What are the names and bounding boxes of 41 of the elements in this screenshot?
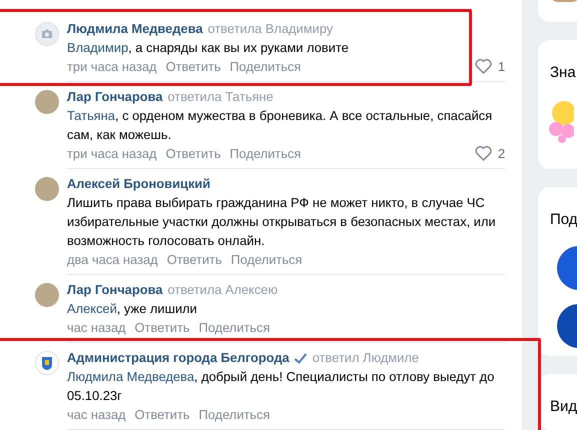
reply-to-text: ответил Людмиле bbox=[312, 349, 419, 367]
avatar-photo[interactable] bbox=[35, 283, 59, 307]
author-link[interactable]: Лар Гончарова bbox=[67, 281, 163, 299]
comment-time: час назад bbox=[67, 319, 126, 337]
reply-link[interactable]: Ответить bbox=[166, 57, 221, 76]
heart-icon[interactable] bbox=[474, 59, 492, 74]
author-link[interactable]: Администрация города Белгорода bbox=[67, 349, 290, 367]
reply-link[interactable]: Ответить bbox=[134, 318, 190, 337]
reply-to-text: ответила Татьяне bbox=[168, 88, 274, 106]
author-link[interactable]: Людмила Медведева bbox=[67, 20, 203, 38]
share-link[interactable]: Поделиться bbox=[230, 57, 301, 76]
card-title: Вид bbox=[550, 398, 577, 415]
comment-text: Татьяна, с орденом мужества в броневика. А все остальные, спасайся сам, как можешь. bbox=[67, 107, 494, 144]
card-title: Зна bbox=[550, 64, 577, 82]
author-link[interactable]: Алексей Броновицкий bbox=[67, 175, 210, 193]
share-link[interactable]: Поделиться bbox=[198, 318, 270, 337]
comment-text: Лишить права выбирать гражданина РФ не может никто, в случае ЧС избирательные участки должны открываться в безопасных местах, или возможность голосовать онлайн. bbox=[67, 194, 497, 250]
reply-link[interactable]: Ответить bbox=[166, 144, 221, 163]
share-link[interactable]: Поделиться bbox=[230, 250, 302, 269]
reply-to-text: ответила Владимиру bbox=[208, 20, 333, 38]
reply-link[interactable]: Ответить bbox=[166, 250, 222, 269]
comment-text: Людмила Медведева, добрый день! Специалисты по отлову выедут до 05.10.23г bbox=[67, 368, 496, 405]
heart-icon[interactable] bbox=[474, 146, 492, 161]
reply-to-text: ответила Алексею bbox=[168, 281, 278, 299]
comment-time: три часа назад bbox=[67, 58, 157, 76]
like-count: 1 bbox=[498, 58, 505, 76]
camera-icon bbox=[35, 22, 59, 46]
coat-of-arms-icon[interactable] bbox=[35, 351, 59, 375]
card-title: Под bbox=[550, 210, 577, 228]
comment-time: три часа назад bbox=[67, 145, 157, 163]
comment-time: час назад bbox=[67, 406, 126, 424]
share-link[interactable]: Поделиться bbox=[198, 405, 270, 424]
comment-time: два часа назад bbox=[67, 251, 158, 269]
comment-text: Алексей, уже лишили bbox=[67, 300, 198, 318]
avatar-photo[interactable] bbox=[35, 90, 59, 114]
like-count: 2 bbox=[498, 145, 505, 163]
share-link[interactable]: Поделиться bbox=[230, 144, 301, 163]
author-link[interactable]: Лар Гончарова bbox=[67, 88, 163, 106]
avatar-photo[interactable] bbox=[35, 177, 59, 201]
reply-link[interactable]: Ответить bbox=[134, 405, 190, 424]
comment-text: Владимир, а снаряды как вы их руками ловите bbox=[67, 39, 350, 57]
